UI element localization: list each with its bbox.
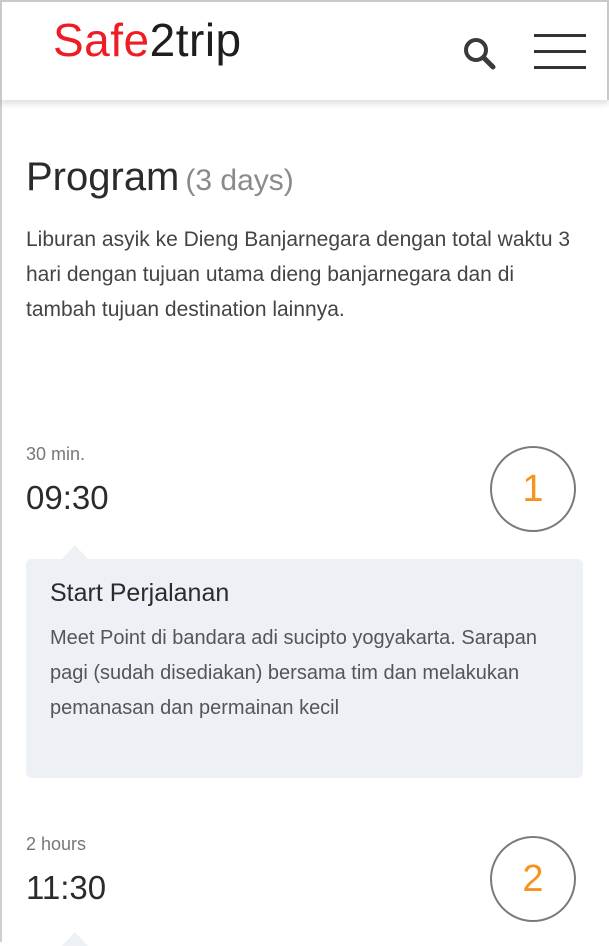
- step-number-badge: 1: [490, 446, 576, 532]
- program-description: Liburan asyik ke Dieng Banjarnegara deng…: [26, 228, 571, 321]
- program-days: (3 days): [185, 164, 294, 197]
- logo[interactable]: Safe2trip: [53, 14, 242, 66]
- hamburger-menu-icon-bar-top: [534, 34, 586, 37]
- hamburger-menu-icon-bar-bottom: [534, 66, 586, 69]
- logo-text-safe: Safe: [53, 14, 150, 66]
- itinerary-card-title: Start Perjalanan: [50, 579, 230, 607]
- step-number-badge: 2: [490, 836, 576, 922]
- logo-text-2trip: 2trip: [149, 14, 242, 66]
- itinerary-duration: 2 hours: [26, 834, 87, 854]
- itinerary-card: Start Perjalanan Meet Point di bandara a…: [26, 559, 583, 778]
- hamburger-menu-icon-bar-middle: [534, 50, 586, 53]
- itinerary-time: 09:30: [26, 479, 109, 516]
- card-pointer: [62, 932, 88, 946]
- search-button[interactable]: [460, 34, 498, 72]
- itinerary-duration: 30 min.: [26, 444, 86, 464]
- menu-button[interactable]: [534, 32, 586, 72]
- itinerary-card-description: Meet Point di bandara adi sucipto yogyak…: [50, 627, 537, 719]
- itinerary-time: 11:30: [26, 869, 107, 906]
- left-border: [0, 100, 2, 942]
- search-icon: [464, 38, 496, 70]
- card-pointer: [62, 545, 88, 559]
- program-title: Program (3 days): [26, 153, 294, 205]
- program-title-text: Program: [26, 155, 180, 199]
- site-header: Safe2trip: [0, 0, 609, 100]
